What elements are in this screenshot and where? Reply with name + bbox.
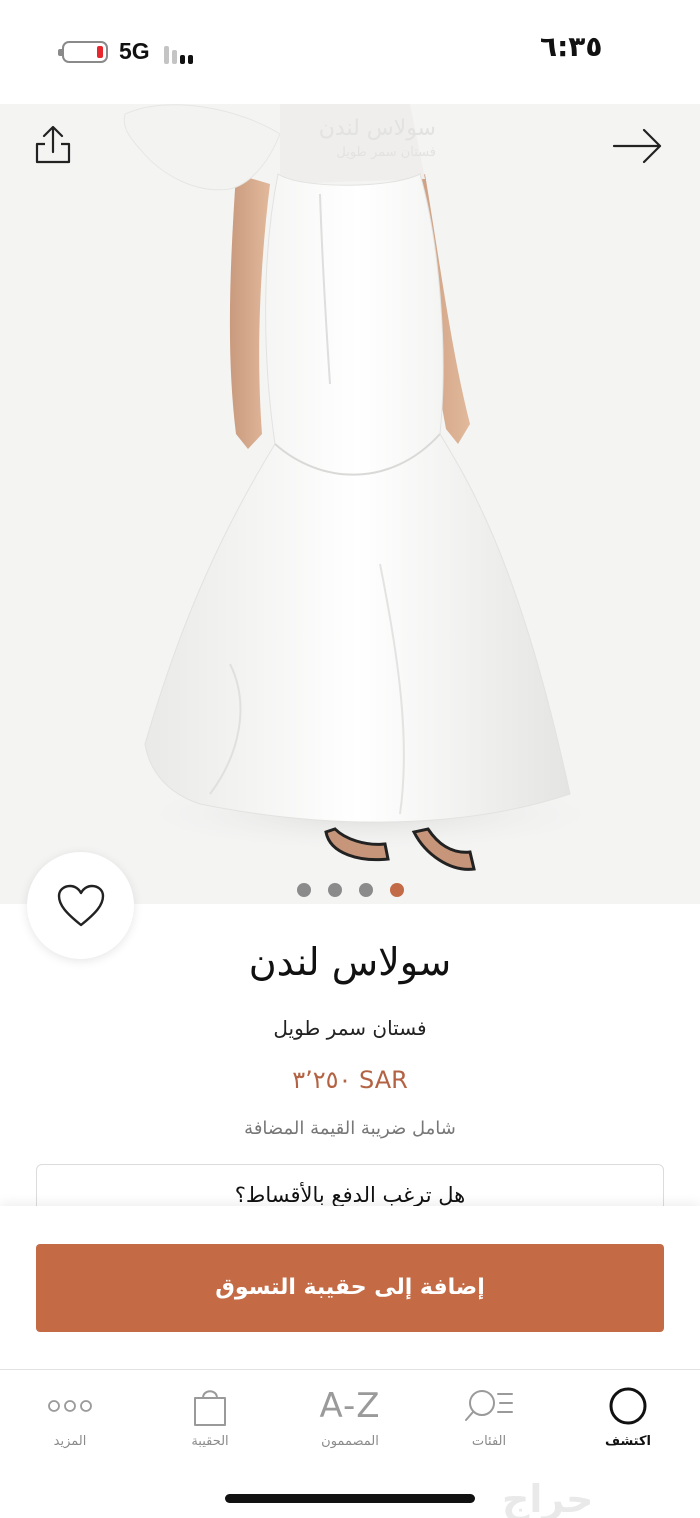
tab-label: اكتشف	[604, 1434, 652, 1449]
signal-icon	[164, 42, 200, 64]
az-icon: A-Z	[319, 1386, 381, 1426]
categories-icon	[465, 1390, 513, 1421]
carousel-dot[interactable]	[359, 883, 373, 897]
tab-label: الفئات	[471, 1434, 507, 1449]
overlay-brand: سولاس لندن	[318, 116, 436, 141]
tab-label: المزيد	[53, 1434, 87, 1449]
tab-bar: اكتشف الفئات A-Z المصممون الحقيبة المزيد	[0, 1370, 700, 1480]
overlay-title: فستان سمر طويل	[336, 145, 436, 160]
carousel-indicator	[297, 883, 404, 897]
battery-icon	[58, 41, 108, 63]
heart-outline-icon	[57, 884, 104, 926]
carousel-dot[interactable]	[297, 883, 311, 897]
product-image[interactable]: سولاس لندن فستان سمر طويل	[0, 104, 700, 904]
carousel-dot[interactable]	[328, 883, 342, 897]
tab-bag[interactable]: الحقيبة	[150, 1380, 270, 1449]
dress-illustration	[120, 104, 620, 871]
watermark-logo: حراج	[502, 1477, 594, 1518]
tab-designers[interactable]: A-Z المصممون	[290, 1380, 410, 1449]
share-icon	[35, 125, 71, 164]
installments-label: هل ترغب الدفع بالأقساط؟	[234, 1183, 466, 1207]
back-button[interactable]	[610, 124, 666, 168]
tax-note: شامل ضريبة القيمة المضافة	[244, 1118, 456, 1139]
tab-discover[interactable]: اكتشف	[568, 1380, 688, 1449]
home-indicator[interactable]	[225, 1494, 475, 1503]
image-overlay-text: سولاس لندن فستان سمر طويل	[276, 116, 436, 160]
clock: ٦:٣٥	[540, 30, 603, 63]
discover-circle-icon	[609, 1387, 647, 1425]
status-bar: 5G ٦:٣٥	[0, 0, 700, 104]
carousel-dot-active[interactable]	[390, 883, 404, 897]
bag-icon	[194, 1390, 226, 1426]
tab-categories[interactable]: الفئات	[429, 1380, 549, 1449]
more-dots-icon	[48, 1400, 92, 1412]
arrow-right-icon	[612, 128, 662, 164]
tab-label: الحقيبة	[191, 1434, 229, 1449]
tab-label: المصممون	[321, 1434, 379, 1449]
product-price: SAR ٣٬٢٥٠	[292, 1066, 408, 1094]
share-button[interactable]	[30, 122, 76, 168]
tab-more[interactable]: المزيد	[10, 1380, 130, 1449]
product-title: فستان سمر طويل	[273, 1016, 427, 1040]
add-to-bag-button[interactable]: إضافة إلى حقيبة التسوق	[36, 1244, 664, 1332]
product-brand[interactable]: سولاس لندن	[0, 940, 700, 984]
network-type: 5G	[119, 38, 150, 64]
